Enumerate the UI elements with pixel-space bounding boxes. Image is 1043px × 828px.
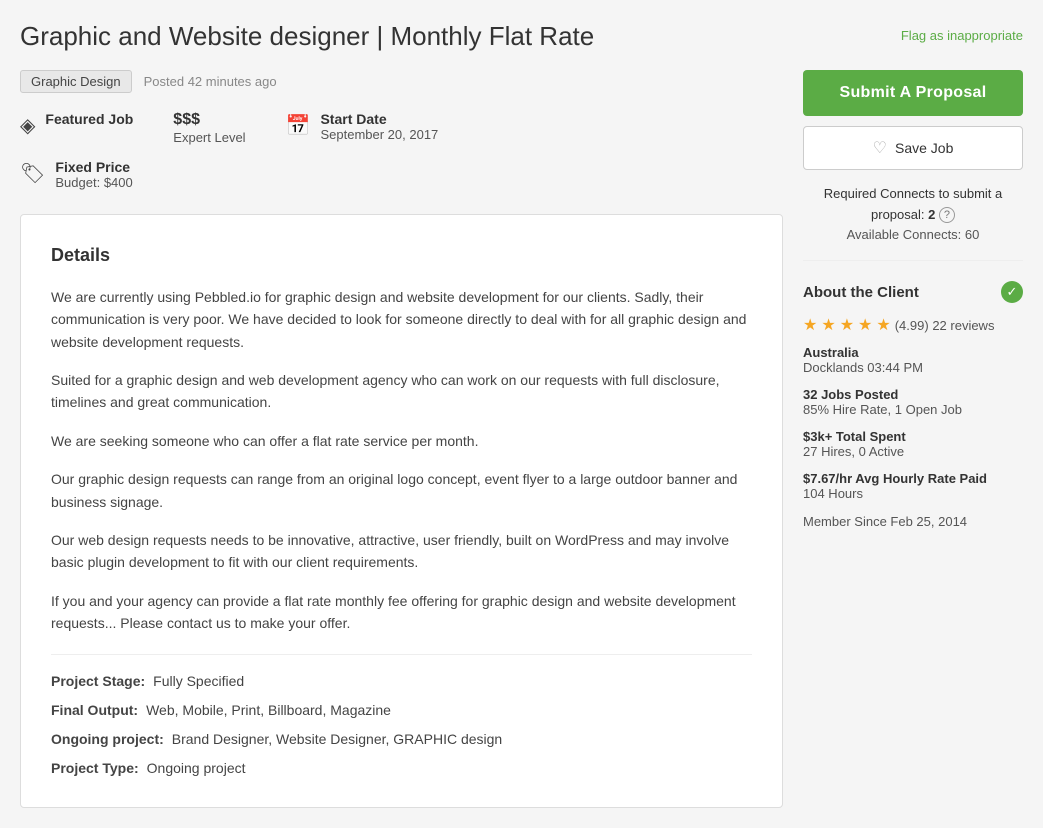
final-output-label: Final Output: bbox=[51, 700, 138, 721]
tag-icon: 🏷 bbox=[20, 161, 45, 186]
left-column: Graphic Design Posted 42 minutes ago ◈ F… bbox=[20, 70, 783, 809]
available-connects: Available Connects: 60 bbox=[847, 227, 980, 242]
details-card: Details We are currently using Pebbled.i… bbox=[20, 214, 783, 809]
total-spent-item: $3k+ Total Spent 27 Hires, 0 Active bbox=[803, 429, 1023, 459]
project-type-value: Ongoing project bbox=[147, 758, 246, 779]
project-meta: Project Stage: Fully Specified Final Out… bbox=[51, 654, 752, 779]
start-date-value: September 20, 2017 bbox=[320, 127, 438, 142]
about-client-title: About the Client bbox=[803, 284, 919, 301]
main-layout: Graphic Design Posted 42 minutes ago ◈ F… bbox=[20, 70, 1023, 809]
total-spent-label: $3k+ Total Spent bbox=[803, 429, 1023, 444]
fixed-price-row: 🏷 Fixed Price Budget: $400 bbox=[20, 159, 783, 190]
jobs-posted-sub: 85% Hire Rate, 1 Open Job bbox=[803, 402, 1023, 417]
page-wrapper: Graphic and Website designer | Monthly F… bbox=[20, 20, 1023, 808]
dollar-signs: $$$ bbox=[173, 111, 245, 129]
project-stage-row: Project Stage: Fully Specified bbox=[51, 671, 752, 692]
member-since-value: Member Since Feb 25, 2014 bbox=[803, 514, 967, 529]
stars-row: ★ ★ ★ ★ ★ (4.99) 22 reviews bbox=[803, 315, 1023, 335]
jobs-posted-item: 32 Jobs Posted 85% Hire Rate, 1 Open Job bbox=[803, 387, 1023, 417]
location-sub: Docklands 03:44 PM bbox=[803, 360, 1023, 375]
right-column: Submit A Proposal ♡ Save Job Required Co… bbox=[803, 70, 1023, 541]
flag-link[interactable]: Flag as inappropriate bbox=[901, 20, 1023, 43]
detail-para-1: We are currently using Pebbled.io for gr… bbox=[51, 286, 752, 353]
diamond-icon: ◈ bbox=[20, 113, 35, 138]
featured-job-label: Featured Job bbox=[45, 111, 133, 127]
connects-box: Required Connects to submit a proposal: … bbox=[803, 184, 1023, 261]
connects-text: Required Connects to submit a proposal: … bbox=[824, 186, 1002, 222]
project-type-row: Project Type: Ongoing project bbox=[51, 758, 752, 779]
final-output-row: Final Output: Web, Mobile, Print, Billbo… bbox=[51, 700, 752, 721]
detail-para-4: Our graphic design requests can range fr… bbox=[51, 468, 752, 513]
avg-rate-item: $7.67/hr Avg Hourly Rate Paid 104 Hours bbox=[803, 471, 1023, 501]
star-4: ★ bbox=[858, 315, 872, 335]
heart-icon: ♡ bbox=[873, 138, 887, 158]
job-info-row: ◈ Featured Job $$$ Expert Level 📅 Start … bbox=[20, 111, 783, 145]
featured-job-item: ◈ Featured Job bbox=[20, 111, 133, 138]
expert-level: Expert Level bbox=[173, 130, 245, 145]
detail-para-6: If you and your agency can provide a fla… bbox=[51, 590, 752, 635]
posted-time: Posted 42 minutes ago bbox=[144, 74, 277, 89]
details-title: Details bbox=[51, 245, 752, 266]
jobs-posted-label: 32 Jobs Posted bbox=[803, 387, 1023, 402]
avg-rate-label: $7.67/hr Avg Hourly Rate Paid bbox=[803, 471, 1023, 486]
ongoing-project-value: Brand Designer, Website Designer, GRAPHI… bbox=[172, 729, 502, 750]
star-3: ★ bbox=[840, 315, 854, 335]
header-area: Graphic and Website designer | Monthly F… bbox=[20, 20, 1023, 54]
job-title: Graphic and Website designer | Monthly F… bbox=[20, 20, 881, 54]
detail-para-2: Suited for a graphic design and web deve… bbox=[51, 369, 752, 414]
rating-text: (4.99) 22 reviews bbox=[895, 318, 995, 333]
star-1: ★ bbox=[803, 315, 817, 335]
member-since-item: Member Since Feb 25, 2014 bbox=[803, 513, 1023, 529]
calendar-icon: 📅 bbox=[286, 113, 311, 138]
graphic-design-tag[interactable]: Graphic Design bbox=[20, 70, 132, 93]
verified-icon: ✓ bbox=[1001, 281, 1023, 303]
fixed-price-item: 🏷 Fixed Price Budget: $400 bbox=[20, 159, 133, 190]
save-job-label: Save Job bbox=[895, 140, 953, 156]
project-stage-value: Fully Specified bbox=[153, 671, 244, 692]
about-client-section: About the Client ✓ ★ ★ ★ ★ ★ (4.99) 22 r… bbox=[803, 275, 1023, 529]
budget-item: $$$ Expert Level bbox=[173, 111, 245, 145]
location-label: Australia bbox=[803, 345, 1023, 360]
location-item: Australia Docklands 03:44 PM bbox=[803, 345, 1023, 375]
avg-rate-sub: 104 Hours bbox=[803, 486, 1023, 501]
project-type-label: Project Type: bbox=[51, 758, 139, 779]
connects-value: 2 bbox=[928, 207, 935, 222]
ongoing-project-row: Ongoing project: Brand Designer, Website… bbox=[51, 729, 752, 750]
save-job-button[interactable]: ♡ Save Job bbox=[803, 126, 1023, 170]
question-icon[interactable]: ? bbox=[939, 207, 955, 223]
total-spent-sub: 27 Hires, 0 Active bbox=[803, 444, 1023, 459]
detail-para-5: Our web design requests needs to be inno… bbox=[51, 529, 752, 574]
detail-para-3: We are seeking someone who can offer a f… bbox=[51, 430, 752, 452]
ongoing-project-label: Ongoing project: bbox=[51, 729, 164, 750]
meta-row: Graphic Design Posted 42 minutes ago bbox=[20, 70, 783, 93]
budget-value: Budget: $400 bbox=[55, 175, 132, 190]
star-5: ★ bbox=[876, 315, 890, 335]
fixed-price-label: Fixed Price bbox=[55, 159, 130, 175]
submit-proposal-button[interactable]: Submit A Proposal bbox=[803, 70, 1023, 116]
details-body: We are currently using Pebbled.io for gr… bbox=[51, 286, 752, 635]
start-date-label: Start Date bbox=[320, 111, 386, 127]
final-output-value: Web, Mobile, Print, Billboard, Magazine bbox=[146, 700, 391, 721]
star-2: ★ bbox=[821, 315, 835, 335]
about-client-header: About the Client ✓ bbox=[803, 281, 1023, 303]
project-stage-label: Project Stage: bbox=[51, 671, 145, 692]
start-date-item: 📅 Start Date September 20, 2017 bbox=[286, 111, 439, 142]
